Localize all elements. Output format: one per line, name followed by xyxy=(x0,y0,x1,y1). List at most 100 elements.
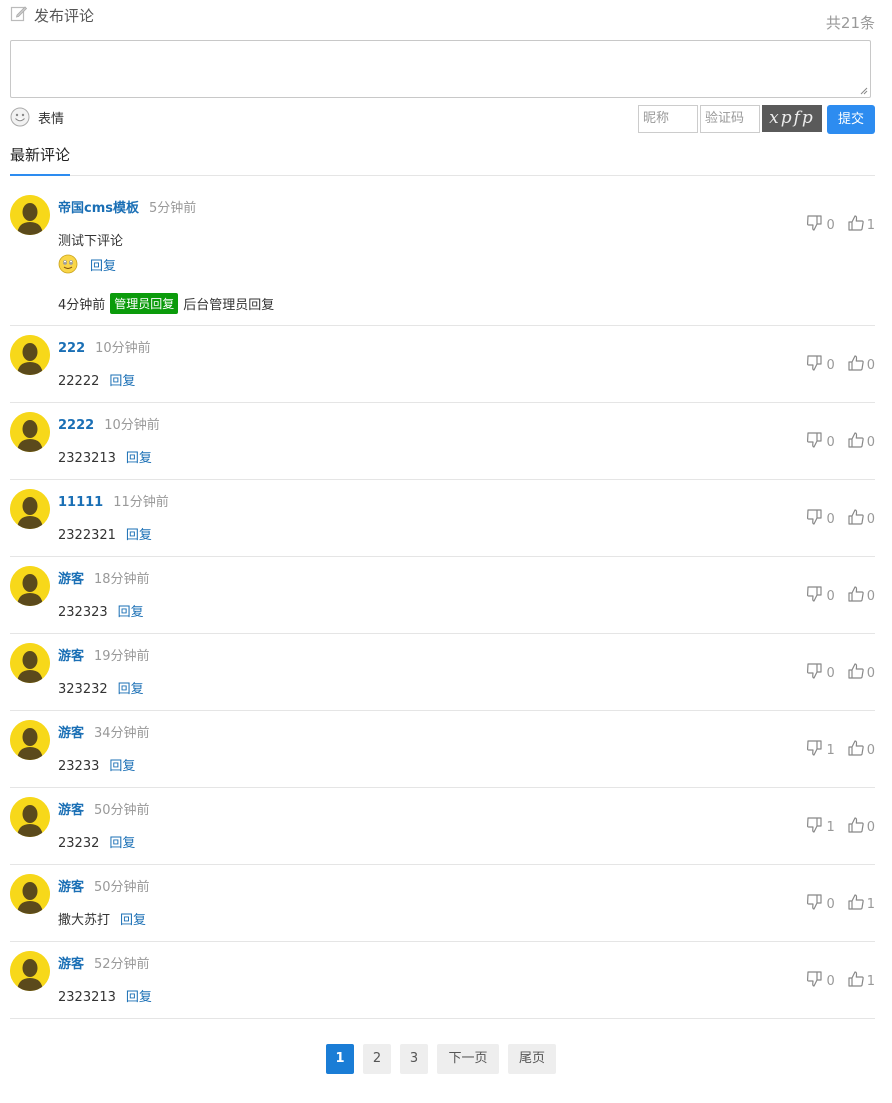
reply-link[interactable]: 回复 xyxy=(118,682,144,697)
reply-link[interactable]: 回复 xyxy=(109,759,135,774)
emoji-button[interactable]: 表情 xyxy=(10,107,64,127)
comment-author[interactable]: 222 10分钟前 xyxy=(58,337,151,356)
avatar xyxy=(10,566,50,606)
comment-text: 2323213 xyxy=(58,990,116,1005)
like-button[interactable]: 0 xyxy=(847,585,875,607)
comment-textarea[interactable] xyxy=(10,40,871,98)
dislike-button[interactable]: 0 xyxy=(806,585,835,607)
comment-time: 50分钟前 xyxy=(94,803,150,818)
edit-icon xyxy=(10,4,34,26)
reply-link[interactable]: 回复 xyxy=(126,451,152,466)
comment-body: 2322321 回复 xyxy=(58,524,152,543)
thumbs-down-icon xyxy=(806,662,826,684)
post-comment-title: 发布评论 xyxy=(10,4,94,26)
comment-time: 18分钟前 xyxy=(94,572,150,587)
thumbs-down-icon xyxy=(806,431,826,453)
captcha-image[interactable]: xpfp xyxy=(762,105,822,132)
dislike-button[interactable]: 0 xyxy=(806,970,835,992)
next-page-button[interactable]: 下一页 xyxy=(437,1044,499,1074)
page-2-button[interactable]: 2 xyxy=(363,1044,391,1074)
reply-link[interactable]: 回复 xyxy=(120,913,146,928)
reply-link[interactable]: 回复 xyxy=(126,528,152,543)
like-count: 0 xyxy=(866,434,875,450)
comment-author-name[interactable]: 游客 xyxy=(58,572,84,587)
like-button[interactable]: 0 xyxy=(847,354,875,376)
page-1-button[interactable]: 1 xyxy=(326,1044,354,1074)
comment-body: 撒大苏打 回复 xyxy=(58,909,146,928)
avatar xyxy=(10,797,50,837)
vote-group: 00 xyxy=(794,662,875,684)
dislike-count: 0 xyxy=(826,511,835,527)
comment-body: 23233 回复 xyxy=(58,755,135,774)
comment-author-name[interactable]: 游客 xyxy=(58,726,84,741)
avatar xyxy=(10,720,50,760)
like-button[interactable]: 0 xyxy=(847,662,875,684)
comment-body: 323232 回复 xyxy=(58,678,144,697)
comment-time: 52分钟前 xyxy=(94,957,150,972)
like-button[interactable]: 0 xyxy=(847,816,875,838)
like-button[interactable]: 0 xyxy=(847,508,875,530)
dislike-button[interactable]: 0 xyxy=(806,354,835,376)
comment-author-name[interactable]: 游客 xyxy=(58,957,84,972)
thumbs-up-icon xyxy=(847,662,867,684)
reply-link[interactable]: 回复 xyxy=(126,990,152,1005)
comment-author[interactable]: 游客 18分钟前 xyxy=(58,568,150,587)
dislike-button[interactable]: 0 xyxy=(806,431,835,453)
like-button[interactable]: 1 xyxy=(847,893,875,915)
reply-link[interactable]: 回复 xyxy=(109,374,135,389)
comment-list: 帝国cms模板 5分钟前 测试下评论 回复 4分钟前 管理员回复 后台管理员回复 0 1 222 1… xyxy=(10,176,875,1019)
tab-latest[interactable]: 最新评论 xyxy=(10,144,71,176)
comment-tabs: 最新评论 xyxy=(10,144,875,176)
comment-time: 10分钟前 xyxy=(104,418,160,433)
dislike-button[interactable]: 0 xyxy=(806,508,835,530)
comment-author[interactable]: 11111 11分钟前 xyxy=(58,491,169,510)
like-button[interactable]: 1 xyxy=(847,970,875,992)
admin-reply: 4分钟前 管理员回复 后台管理员回复 xyxy=(58,293,274,314)
comment-author[interactable]: 游客 50分钟前 xyxy=(58,799,150,818)
comment-author[interactable]: 帝国cms模板 5分钟前 xyxy=(58,197,196,216)
dislike-button[interactable]: 1 xyxy=(806,816,835,838)
submit-button[interactable]: 提交 xyxy=(827,105,875,134)
vote-group: 01 xyxy=(794,214,875,236)
vote-group: 00 xyxy=(794,354,875,376)
comment-body: 2323213 回复 xyxy=(58,986,152,1005)
comment-item: 游客 19分钟前 323232 回复 0 0 xyxy=(10,634,875,711)
comment-author-name[interactable]: 游客 xyxy=(58,803,84,818)
reply-link[interactable]: 回复 xyxy=(90,255,116,274)
comment-author-name[interactable]: 帝国cms模板 xyxy=(58,201,139,216)
avatar xyxy=(10,874,50,914)
comment-author-name[interactable]: 游客 xyxy=(58,649,84,664)
comment-author[interactable]: 2222 10分钟前 xyxy=(58,414,160,433)
comment-author-name[interactable]: 2222 xyxy=(58,418,94,433)
comment-author[interactable]: 游客 50分钟前 xyxy=(58,876,150,895)
resize-handle-icon[interactable] xyxy=(860,87,868,95)
nickname-input[interactable]: 昵称 xyxy=(638,105,698,133)
admin-reply-badge: 管理员回复 xyxy=(110,293,179,314)
comment-author[interactable]: 游客 52分钟前 xyxy=(58,953,150,972)
vote-group: 00 xyxy=(794,431,875,453)
last-page-button[interactable]: 尾页 xyxy=(508,1044,556,1074)
comment-author[interactable]: 游客 19分钟前 xyxy=(58,645,150,664)
comment-author-name[interactable]: 222 xyxy=(58,341,85,356)
page-3-button[interactable]: 3 xyxy=(400,1044,428,1074)
like-button[interactable]: 1 xyxy=(847,214,875,236)
comment-item: 游客 50分钟前 23232 回复 1 0 xyxy=(10,788,875,865)
comment-author-name[interactable]: 游客 xyxy=(58,880,84,895)
comment-time: 50分钟前 xyxy=(94,880,150,895)
reply-link[interactable]: 回复 xyxy=(118,605,144,620)
dislike-button[interactable]: 1 xyxy=(806,739,835,761)
dislike-button[interactable]: 0 xyxy=(806,214,835,236)
dislike-button[interactable]: 0 xyxy=(806,893,835,915)
like-button[interactable]: 0 xyxy=(847,431,875,453)
comment-author-name[interactable]: 11111 xyxy=(58,495,103,510)
captcha-input[interactable]: 验证码 xyxy=(700,105,760,133)
comment-author[interactable]: 游客 34分钟前 xyxy=(58,722,150,741)
reply-link[interactable]: 回复 xyxy=(109,836,135,851)
thumbs-up-icon xyxy=(847,431,867,453)
post-comment-label: 发布评论 xyxy=(34,6,95,25)
comment-text: 2322321 xyxy=(58,528,116,543)
like-button[interactable]: 0 xyxy=(847,739,875,761)
comment-text: 23233 xyxy=(58,759,100,774)
dislike-button[interactable]: 0 xyxy=(806,662,835,684)
thumbs-down-icon xyxy=(806,816,826,838)
